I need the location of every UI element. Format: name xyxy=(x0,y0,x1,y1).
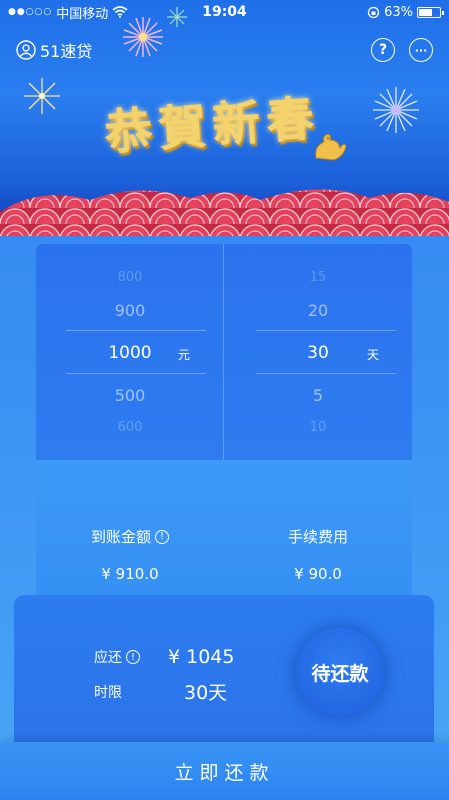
wave-decoration xyxy=(0,189,449,236)
due-label: 应还 xyxy=(94,650,122,666)
days-option[interactable]: 10 xyxy=(224,420,412,435)
info-icon[interactable]: ! xyxy=(126,650,140,664)
app-name: 51速贷 xyxy=(40,42,93,61)
wifi-icon xyxy=(112,6,128,18)
amount-option[interactable]: 800 xyxy=(36,270,224,285)
amount-picker[interactable]: 800 900 1000 500 600 元 xyxy=(36,244,224,460)
rooster-icon xyxy=(315,133,347,161)
amount-option[interactable]: 900 xyxy=(36,301,224,320)
received-amount-block: 到账金额 ! ¥ 910.0 xyxy=(36,526,224,583)
received-value: ¥ 910.0 xyxy=(101,565,159,583)
due-amount-row: 应还 ! ¥ 1045 xyxy=(94,646,234,668)
amount-unit: 元 xyxy=(178,348,191,362)
amount-option[interactable]: 600 xyxy=(36,420,224,435)
info-icon[interactable]: ! xyxy=(155,529,169,544)
days-unit: 天 xyxy=(367,348,380,362)
pending-repayment-button[interactable]: 待还款 xyxy=(296,628,384,716)
loan-summary: 到账金额 ! ¥ 910.0 手续费用 ¥ 90.0 xyxy=(36,460,412,595)
status-time: 19:04 xyxy=(202,4,247,20)
days-option[interactable]: 20 xyxy=(224,301,412,320)
term-row: 时限 30天 xyxy=(94,678,227,705)
nav-bar: 51速贷 ? ··· xyxy=(0,30,449,70)
term-value: 30天 xyxy=(184,682,228,704)
account-entry[interactable]: 51速贷 xyxy=(16,38,92,62)
days-picker[interactable]: 15 20 30 5 10 天 xyxy=(224,244,412,460)
help-button[interactable]: ? xyxy=(371,38,395,62)
days-option[interactable]: 5 xyxy=(224,386,412,405)
fee-value: ¥ 90.0 xyxy=(294,565,342,583)
more-button[interactable]: ··· xyxy=(409,38,433,62)
loan-picker: 800 900 1000 500 600 元 15 20 30 5 10 天 xyxy=(36,244,412,460)
repay-now-button[interactable]: 立即还款 xyxy=(0,742,449,800)
amount-option[interactable]: 500 xyxy=(36,386,224,405)
user-icon xyxy=(16,40,36,60)
firework-icon xyxy=(24,78,60,114)
due-value: ¥ 1045 xyxy=(168,646,235,668)
received-label: 到账金额 xyxy=(90,528,151,546)
amount-option-selected[interactable]: 1000 xyxy=(36,343,224,363)
fee-block: 手续费用 ¥ 90.0 xyxy=(224,526,412,583)
carrier-name: 中国移动 xyxy=(56,6,109,22)
firework-icon xyxy=(373,87,419,133)
fee-label: 手续费用 xyxy=(287,528,348,546)
signal-icon: ●●○○○ xyxy=(8,7,53,17)
battery-percent: 63% xyxy=(384,4,413,20)
battery-icon xyxy=(417,6,444,18)
term-label: 时限 xyxy=(94,684,122,701)
days-option[interactable]: 15 xyxy=(224,270,412,285)
banner-title: 恭賀新春 xyxy=(102,90,323,162)
rotation-lock-icon xyxy=(367,6,380,18)
days-option-selected[interactable]: 30 xyxy=(224,343,412,363)
status-bar: ●●○○○ 中国移动 19:04 63% xyxy=(0,0,449,24)
